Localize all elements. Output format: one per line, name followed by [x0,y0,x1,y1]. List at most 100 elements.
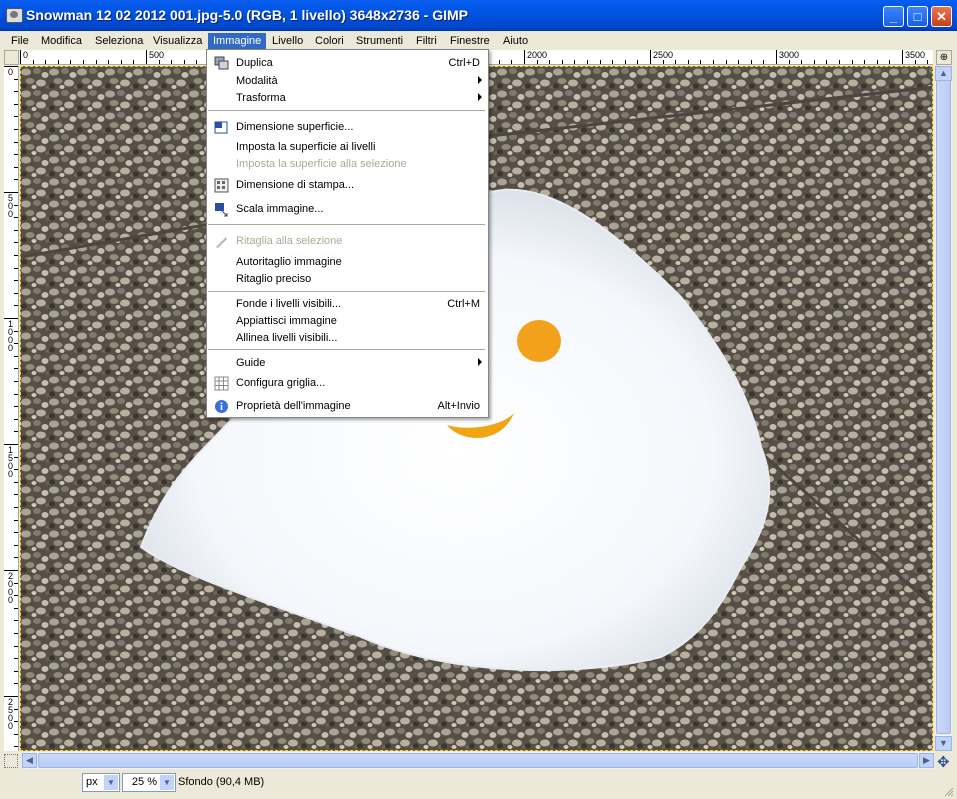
submenu-arrow-icon [478,93,482,101]
menu-item-duplica[interactable]: Duplica Ctrl+D [207,55,488,72]
menu-item-dimensione-stampa[interactable]: Dimensione di stampa... [207,177,488,194]
scroll-down-button[interactable]: ▼ [935,736,952,751]
chevron-down-icon[interactable]: ▼ [160,775,174,790]
ruler-minor-tick [14,633,18,634]
menu-seleziona[interactable]: Seleziona [95,33,143,49]
menu-visualizza[interactable]: Visualizza [153,33,202,49]
ruler-label: 1 5 0 0 [8,445,14,479]
menu-strumenti[interactable]: Strumenti [356,33,403,49]
ruler-minor-tick [14,557,18,558]
menu-item-dimensione-superficie[interactable]: Dimensione superficie... [207,119,488,136]
ruler-label: 0 [23,50,29,60]
scroll-up-button[interactable]: ▲ [935,66,952,81]
ruler-minor-tick [14,532,18,533]
ruler-minor-tick [58,60,59,64]
ruler-minor-tick [14,620,18,621]
ruler-minor-tick [14,746,18,747]
ruler-minor-tick [14,79,18,80]
menu-item-fonde-livelli[interactable]: Fonde i livelli visibili... Ctrl+M [207,296,488,313]
ruler-minor-tick [14,709,18,710]
ruler-minor-tick [663,60,664,64]
menu-livello[interactable]: Livello [272,33,303,49]
quick-mask-toggle-icon[interactable] [4,754,18,768]
ruler-minor-tick [14,343,18,344]
ruler-minor-tick [826,60,827,64]
ruler-minor-tick [14,507,18,508]
menu-aiuto[interactable]: Aiuto [503,33,528,49]
close-button[interactable]: ✕ [931,6,952,27]
ruler-minor-tick [700,60,701,64]
ruler-minor-tick [14,242,18,243]
ruler-minor-tick [121,60,122,64]
ruler-minor-tick [14,230,18,231]
menu-item-modalita[interactable]: Modalità [207,73,488,90]
ruler-label: 3500 [905,50,926,60]
ruler-minor-tick [14,142,18,143]
ruler-minor-tick [45,60,46,64]
scroll-left-button[interactable]: ◀ [22,753,37,768]
info-icon [215,400,228,413]
ruler-corner[interactable] [4,50,19,65]
ruler-minor-tick [14,381,18,382]
ruler-minor-tick [14,444,18,445]
ruler-minor-tick [14,129,18,130]
unit-selector[interactable]: px ▼ [82,773,120,792]
ruler-minor-tick [637,60,638,64]
menu-item-ritaglia-selezione: Ritaglia alla selezione [207,233,488,250]
menu-finestre[interactable]: Finestre [450,33,490,49]
grid-icon [214,376,229,391]
ruler-minor-tick [14,595,18,596]
ruler-minor-tick [14,66,18,67]
menu-item-proprieta-immagine[interactable]: Proprietà dell'immagine Alt+Invio [207,398,488,415]
menu-item-autoritaglio[interactable]: Autoritaglio immagine [207,254,488,271]
ruler-minor-tick [511,60,512,64]
vertical-scrollbar[interactable]: ▲ ▼ [935,66,952,751]
horizontal-scrollbar[interactable]: ◀ ▶ [22,752,934,769]
ruler-minor-tick [801,60,802,64]
menu-item-ritaglio-preciso[interactable]: Ritaglio preciso [207,271,488,288]
maximize-button[interactable]: □ [907,6,928,27]
zoom-selector[interactable]: 25 % ▼ [122,773,176,792]
ruler-minor-tick [587,60,588,64]
menu-immagine[interactable]: Immagine [208,33,267,49]
menu-item-trasforma[interactable]: Trasforma [207,90,488,107]
ruler-minor-tick [675,60,676,64]
menu-file[interactable]: File [11,33,29,49]
ruler-minor-tick [889,60,890,64]
vertical-scroll-thumb[interactable] [936,80,951,734]
ruler-label: 3000 [779,50,800,60]
menu-filtri[interactable]: Filtri [416,33,437,49]
menu-colori[interactable]: Colori [315,33,344,49]
scroll-right-button[interactable]: ▶ [919,753,934,768]
menu-item-guide[interactable]: Guide [207,355,488,372]
submenu-arrow-icon [478,358,482,366]
zoom-image-icon[interactable]: ⊕ [936,50,952,65]
ruler-minor-tick [133,60,134,64]
chevron-down-icon[interactable]: ▼ [104,775,118,790]
ruler-label: 2 0 0 0 [8,571,14,605]
minimize-button[interactable]: _ [883,6,904,27]
menu-item-imposta-superficie-livelli[interactable]: Imposta la superficie ai livelli [207,139,488,156]
menu-modifica[interactable]: Modifica [41,33,82,49]
ruler-minor-tick [14,671,18,672]
menu-separator [208,291,485,292]
vertical-ruler[interactable]: 0 5 0 0 1 0 0 0 1 5 0 0 2 0 0 0 2 5 0 0 [4,66,19,751]
ruler-minor-tick [612,60,613,64]
submenu-arrow-icon [478,76,482,84]
navigate-icon[interactable]: ✥ [937,753,950,771]
menu-item-appiattisci[interactable]: Appiattisci immagine [207,313,488,330]
resize-grip-icon[interactable] [944,787,954,797]
ruler-minor-tick [14,318,18,319]
ruler-minor-tick [96,60,97,64]
ruler-minor-tick [14,419,18,420]
horizontal-scroll-thumb[interactable] [38,753,918,768]
ruler-minor-tick [902,60,903,64]
ruler-minor-tick [14,646,18,647]
menu-item-allinea-livelli[interactable]: Allinea livelli visibili... [207,330,488,347]
menu-item-configura-griglia[interactable]: Configura griglia... [207,375,488,392]
gimp-app-icon[interactable] [6,8,23,23]
menu-item-scala-immagine[interactable]: Scala immagine... [207,201,488,218]
ruler-minor-tick [14,570,18,571]
ruler-minor-tick [713,60,714,64]
ruler-minor-tick [852,60,853,64]
